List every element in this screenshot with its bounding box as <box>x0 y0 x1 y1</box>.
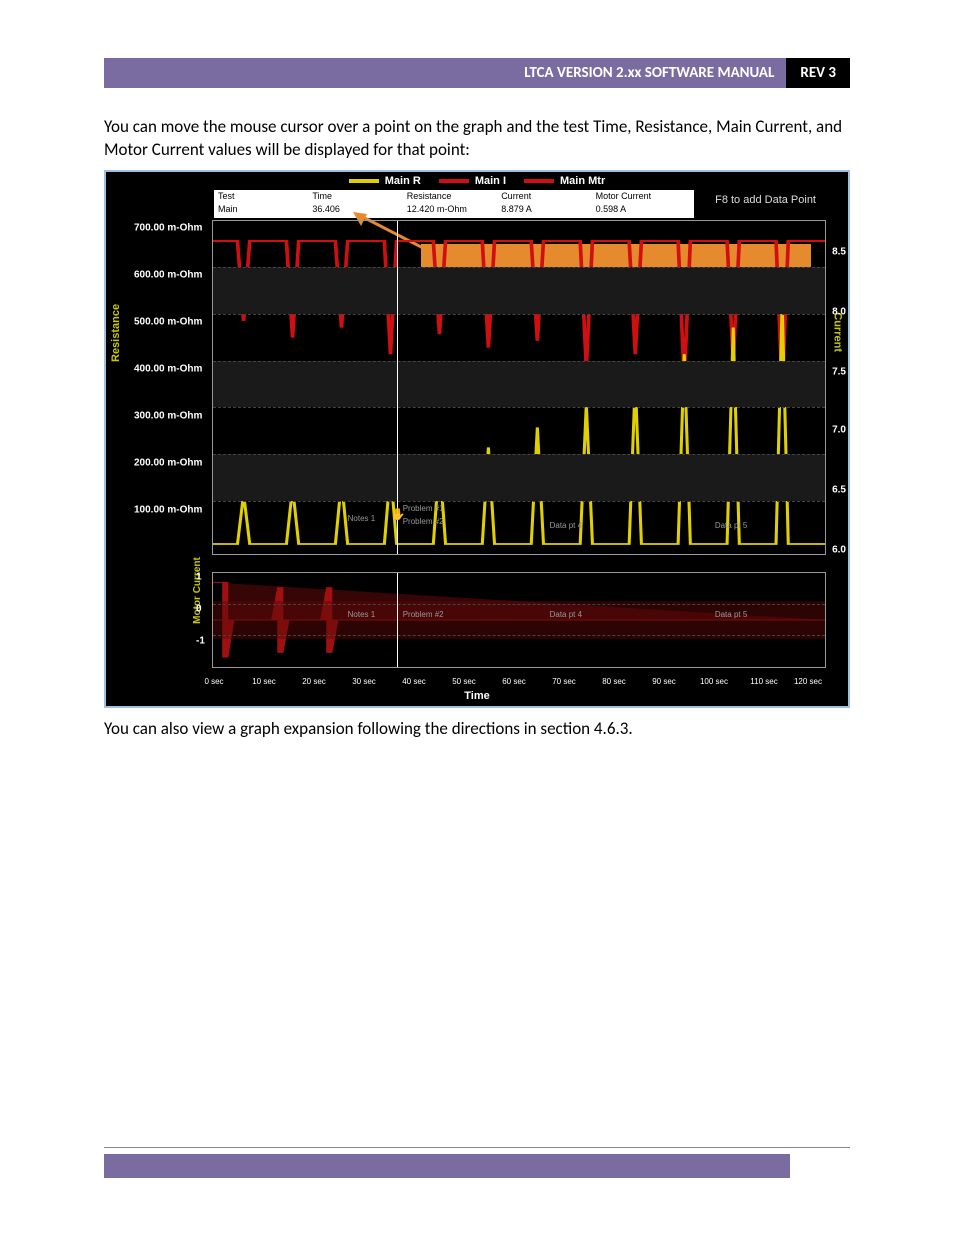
add-data-point-hint: F8 to add Data Point <box>715 194 816 206</box>
annot-problem2: Problem #2 <box>403 517 444 526</box>
footer: 50 <box>104 1147 850 1177</box>
annot-motor-problem2: Problem #2 <box>403 610 444 619</box>
x-tick: 20 sec <box>302 677 326 686</box>
tooltip-header-current: Current <box>501 191 595 204</box>
x-axis-label-time: Time <box>106 690 848 702</box>
x-tick: 70 sec <box>552 677 576 686</box>
tooltip-header-resistance: Resistance <box>407 191 501 204</box>
x-tick: 80 sec <box>602 677 626 686</box>
main-plot-area[interactable]: ✋ Notes 1 Problem #1 Problem #2 Data pt … <box>212 220 826 555</box>
x-tick: 0 sec <box>204 677 223 686</box>
x-tick: 40 sec <box>402 677 426 686</box>
annot-data5: Data pt 5 <box>715 521 747 530</box>
annot-data4: Data pt 4 <box>550 521 582 530</box>
legend-label-main-r: Main R <box>385 175 421 187</box>
tooltip-header-motor: Motor Current <box>596 191 690 204</box>
tooltip-value-test: Main <box>218 204 312 217</box>
tooltip-header-test: Test <box>218 191 312 204</box>
paragraph-outro: You can also view a graph expansion foll… <box>104 718 850 741</box>
y-tick-r: 8.0 <box>832 306 846 317</box>
y-tick: 700.00 m-Ohm <box>134 222 202 233</box>
motor-y-tick: 0 <box>196 603 202 614</box>
tooltip-value-motor: 0.598 A <box>596 204 690 217</box>
legend-label-main-i: Main I <box>475 175 506 187</box>
annot-motor-data5: Data pt 5 <box>715 610 747 619</box>
cursor-line-motor <box>397 573 398 667</box>
x-tick: 90 sec <box>652 677 676 686</box>
cursor-line <box>397 221 398 554</box>
y-axis-label-current: Current <box>832 312 844 352</box>
motor-y-tick: 1 <box>196 571 202 582</box>
legend-label-main-mtr: Main Mtr <box>560 175 605 187</box>
header-bar: LTCA VERSION 2.xx SOFTWARE MANUAL REV 3 <box>104 58 850 88</box>
x-tick: 60 sec <box>502 677 526 686</box>
y-tick-r: 8.5 <box>832 246 846 257</box>
header-title: LTCA VERSION 2.xx SOFTWARE MANUAL <box>104 58 786 88</box>
x-tick: 120 sec <box>794 677 822 686</box>
chart-legend: Main R Main I Main Mtr <box>106 174 848 188</box>
x-tick: 110 sec <box>750 677 777 686</box>
annot-motor-data4: Data pt 4 <box>550 610 582 619</box>
legend-swatch-main-r <box>349 179 379 183</box>
y-tick: 600.00 m-Ohm <box>134 269 202 280</box>
annot-problem1: Problem #1 <box>403 504 444 513</box>
tooltip-header-time: Time <box>312 191 406 204</box>
x-tick: 100 sec <box>700 677 728 686</box>
annot-motor-notes1: Notes 1 <box>348 610 376 619</box>
legend-swatch-main-i <box>439 179 469 183</box>
footer-bar <box>104 1154 790 1178</box>
cursor-tooltip: Test Time Resistance Current Motor Curre… <box>214 190 694 218</box>
y-axis-label-resistance: Resistance <box>110 304 122 362</box>
y-tick: 100.00 m-Ohm <box>134 504 202 515</box>
legend-swatch-main-mtr <box>524 179 554 183</box>
y-tick-r: 6.5 <box>832 484 846 495</box>
motor-y-tick: -1 <box>196 635 205 646</box>
y-tick-r: 6.0 <box>832 544 846 555</box>
y-tick: 500.00 m-Ohm <box>134 316 202 327</box>
graph[interactable]: Main R Main I Main Mtr Test Time Resista… <box>104 170 850 708</box>
y-tick-r: 7.0 <box>832 424 846 435</box>
motor-plot-svg <box>213 573 825 667</box>
x-tick: 10 sec <box>252 677 276 686</box>
x-tick: 50 sec <box>452 677 476 686</box>
tooltip-value-current: 8.879 A <box>501 204 595 217</box>
y-tick-r: 7.5 <box>832 366 846 377</box>
paragraph-intro: You can move the mouse cursor over a poi… <box>104 116 850 162</box>
motor-plot-area[interactable]: Notes 1 Problem #2 Data pt 4 Data pt 5 <box>212 572 826 668</box>
y-tick: 400.00 m-Ohm <box>134 363 202 374</box>
y-tick: 200.00 m-Ohm <box>134 457 202 468</box>
page-number: 50 <box>790 1154 850 1178</box>
header-rev: REV 3 <box>786 58 850 88</box>
x-tick: 30 sec <box>352 677 376 686</box>
y-tick: 300.00 m-Ohm <box>134 410 202 421</box>
annot-notes1: Notes 1 <box>348 514 376 523</box>
